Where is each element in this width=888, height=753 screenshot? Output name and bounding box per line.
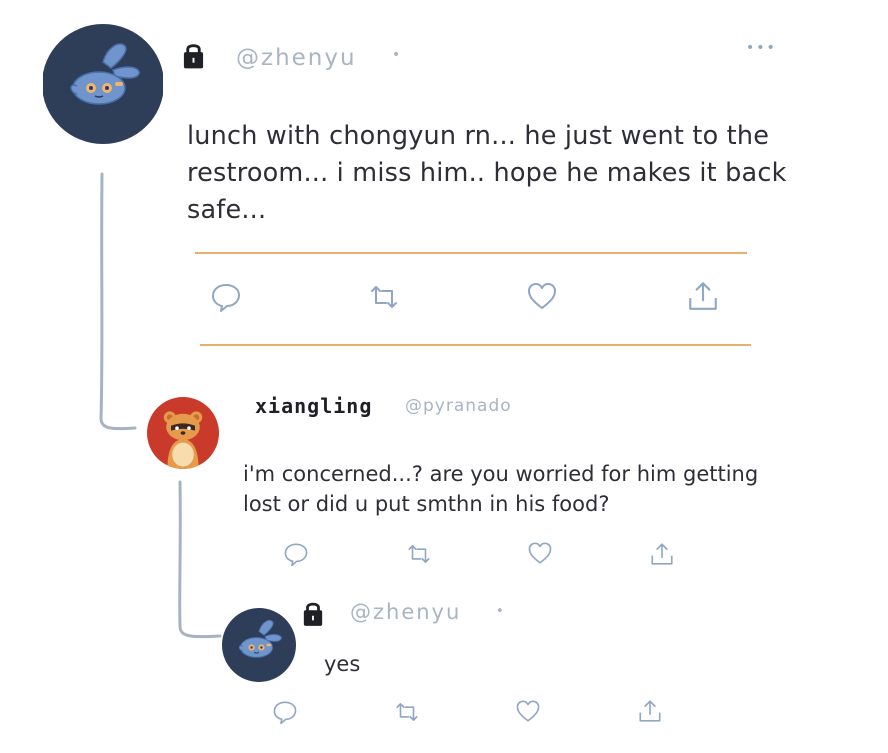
separator-dot: •	[392, 47, 401, 63]
post-text: lunch with chongyun rn... he just went t…	[187, 121, 787, 225]
author-handle[interactable]: @pyranado	[405, 396, 512, 416]
more-options-icon[interactable]: •••	[746, 40, 777, 56]
reply-button[interactable]	[283, 541, 309, 567]
like-button[interactable]	[525, 280, 559, 312]
divider	[200, 344, 751, 346]
retweet-button[interactable]	[392, 699, 422, 725]
heart-icon	[515, 698, 541, 724]
avatar[interactable]	[42, 24, 164, 144]
display-name[interactable]: xiangling	[255, 394, 372, 418]
retweet-button[interactable]	[366, 281, 402, 313]
heart-icon	[525, 280, 559, 312]
author-handle[interactable]: @zhenyu	[236, 45, 357, 71]
reply-button[interactable]	[272, 699, 298, 725]
thread-line-reply	[178, 480, 222, 639]
thread-line-main	[99, 172, 137, 431]
post-text: i'm concerned...? are you worried for hi…	[243, 462, 759, 516]
retweet-icon	[366, 281, 402, 313]
tanuki-avatar-icon	[147, 397, 219, 469]
retweet-button[interactable]	[404, 541, 434, 567]
share-icon	[649, 540, 675, 568]
share-button[interactable]	[649, 540, 675, 568]
avatar[interactable]	[147, 397, 219, 469]
blue-bunny-avatar-icon	[222, 608, 296, 682]
like-button[interactable]	[527, 540, 553, 566]
separator-dot: •	[496, 604, 504, 619]
reply-button[interactable]	[210, 281, 242, 313]
reply-icon	[272, 699, 298, 725]
lock-icon	[302, 598, 324, 628]
reply-icon	[283, 541, 309, 567]
divider	[195, 252, 747, 254]
retweet-icon	[392, 699, 422, 725]
share-button[interactable]	[637, 697, 663, 725]
heart-icon	[527, 540, 553, 566]
share-icon	[637, 697, 663, 725]
post-text: yes	[324, 652, 361, 676]
lock-icon	[182, 39, 205, 71]
reply-icon	[210, 281, 242, 313]
author-handle[interactable]: @zhenyu	[350, 600, 461, 624]
avatar[interactable]	[222, 608, 296, 682]
share-button[interactable]	[686, 279, 720, 313]
blue-bunny-avatar-icon	[42, 24, 164, 144]
share-icon	[686, 279, 720, 313]
like-button[interactable]	[515, 698, 541, 724]
retweet-icon	[404, 541, 434, 567]
